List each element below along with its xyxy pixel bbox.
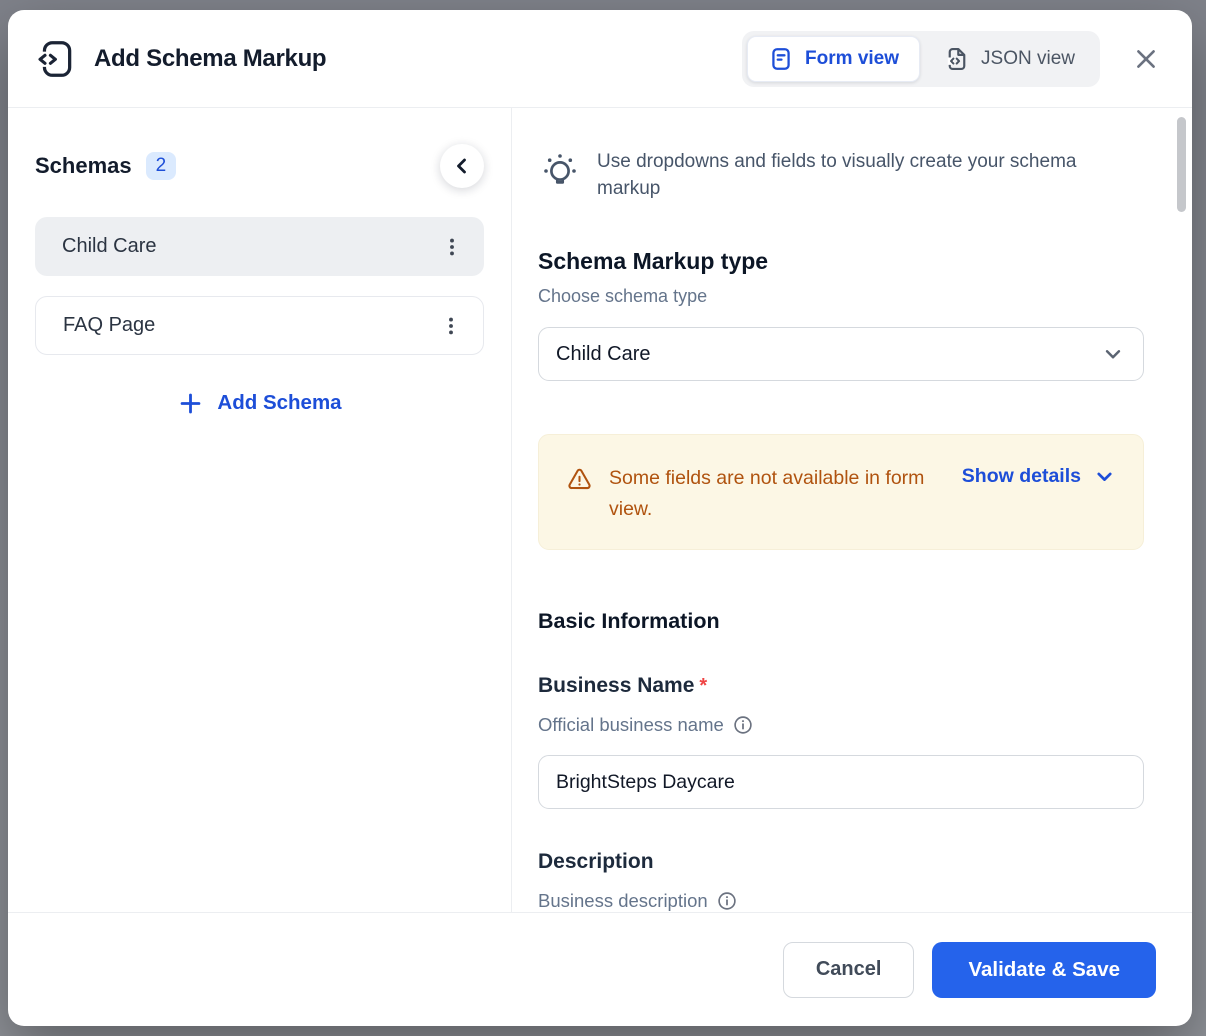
schema-type-heading: Schema Markup type	[538, 248, 769, 274]
form-view-tab[interactable]: Form view	[747, 35, 921, 82]
form-view-icon	[768, 46, 794, 72]
kebab-menu-icon	[440, 315, 462, 337]
add-schema-markup-dialog: Add Schema Markup Form view JSON view Sc…	[8, 10, 1192, 1026]
business-name-help-text: Official business name	[538, 714, 724, 735]
schemas-count-badge: 2	[145, 152, 177, 180]
info-icon[interactable]	[732, 714, 754, 736]
schema-list-item-child-care[interactable]: Child Care	[35, 217, 484, 276]
chevron-down-icon	[1092, 464, 1117, 489]
add-schema-label: Add Schema	[217, 391, 342, 414]
schema-item-label: FAQ Page	[63, 314, 156, 336]
info-icon[interactable]	[716, 890, 738, 912]
kebab-menu-icon	[441, 236, 463, 258]
schema-type-select[interactable]: Child Care	[538, 327, 1144, 381]
show-details-button[interactable]: Show details	[962, 464, 1117, 489]
warning-icon	[566, 466, 593, 493]
form-panel: Use dropdowns and fields to visually cre…	[512, 108, 1192, 912]
json-view-tab[interactable]: JSON view	[924, 36, 1095, 82]
close-icon	[1132, 45, 1160, 73]
description-label-text: Description	[538, 850, 654, 873]
dialog-body: Schemas 2 Child Care FAQ Page Add Schema…	[8, 108, 1192, 912]
hint-text: Use dropdowns and fields to visually cre…	[597, 151, 1077, 199]
add-schema-button[interactable]: Add Schema	[35, 383, 484, 423]
schemas-sidebar: Schemas 2 Child Care FAQ Page Add Schema	[8, 108, 512, 912]
cancel-button[interactable]: Cancel	[782, 941, 915, 998]
chevron-down-icon	[1100, 341, 1126, 367]
plus-icon	[177, 390, 204, 417]
json-view-icon	[944, 46, 970, 72]
basic-information-heading: Basic Information	[538, 609, 720, 633]
collapse-sidebar-button[interactable]	[440, 144, 484, 188]
schema-type-selected-value: Child Care	[556, 342, 651, 365]
schema-markup-icon	[35, 38, 77, 80]
warning-message: Some fields are not available in form vi…	[609, 467, 925, 520]
business-name-label-text: Business Name	[538, 674, 695, 697]
schema-list-item-faq-page[interactable]: FAQ Page	[35, 296, 484, 355]
close-button[interactable]	[1128, 41, 1164, 77]
vertical-scrollbar-thumb[interactable]	[1177, 117, 1186, 212]
dialog-footer: Cancel Validate & Save	[8, 912, 1192, 1026]
dialog-title-group: Add Schema Markup	[35, 38, 327, 80]
chevron-left-icon	[450, 154, 474, 178]
required-asterisk: *	[699, 675, 708, 697]
business-name-input[interactable]	[538, 755, 1144, 809]
schema-type-subheading: Choose schema type	[538, 286, 708, 306]
validate-save-button[interactable]: Validate & Save	[932, 941, 1156, 998]
show-details-label: Show details	[961, 465, 1081, 487]
dialog-title: Add Schema Markup	[94, 44, 327, 72]
schema-item-menu-button[interactable]	[434, 229, 470, 265]
description-help: Business description	[538, 889, 1144, 912]
schema-item-menu-button[interactable]	[433, 308, 469, 344]
hint-row: Use dropdowns and fields to visually cre…	[538, 148, 1144, 202]
form-view-label: Form view	[805, 47, 900, 69]
schemas-header: Schemas 2	[35, 144, 484, 188]
business-name-label: Business Name *	[538, 672, 1144, 700]
json-view-label: JSON view	[981, 47, 1075, 69]
description-label: Description	[538, 848, 1144, 876]
schema-item-label: Child Care	[62, 235, 157, 257]
view-toggle: Form view JSON view	[742, 30, 1100, 87]
business-name-help: Official business name	[538, 713, 1144, 737]
warning-banner: Some fields are not available in form vi…	[538, 434, 1144, 550]
dialog-header: Add Schema Markup Form view JSON view	[8, 10, 1192, 108]
lightbulb-icon	[538, 148, 582, 202]
description-help-text: Business description	[538, 890, 708, 911]
schemas-heading: Schemas	[35, 153, 132, 178]
